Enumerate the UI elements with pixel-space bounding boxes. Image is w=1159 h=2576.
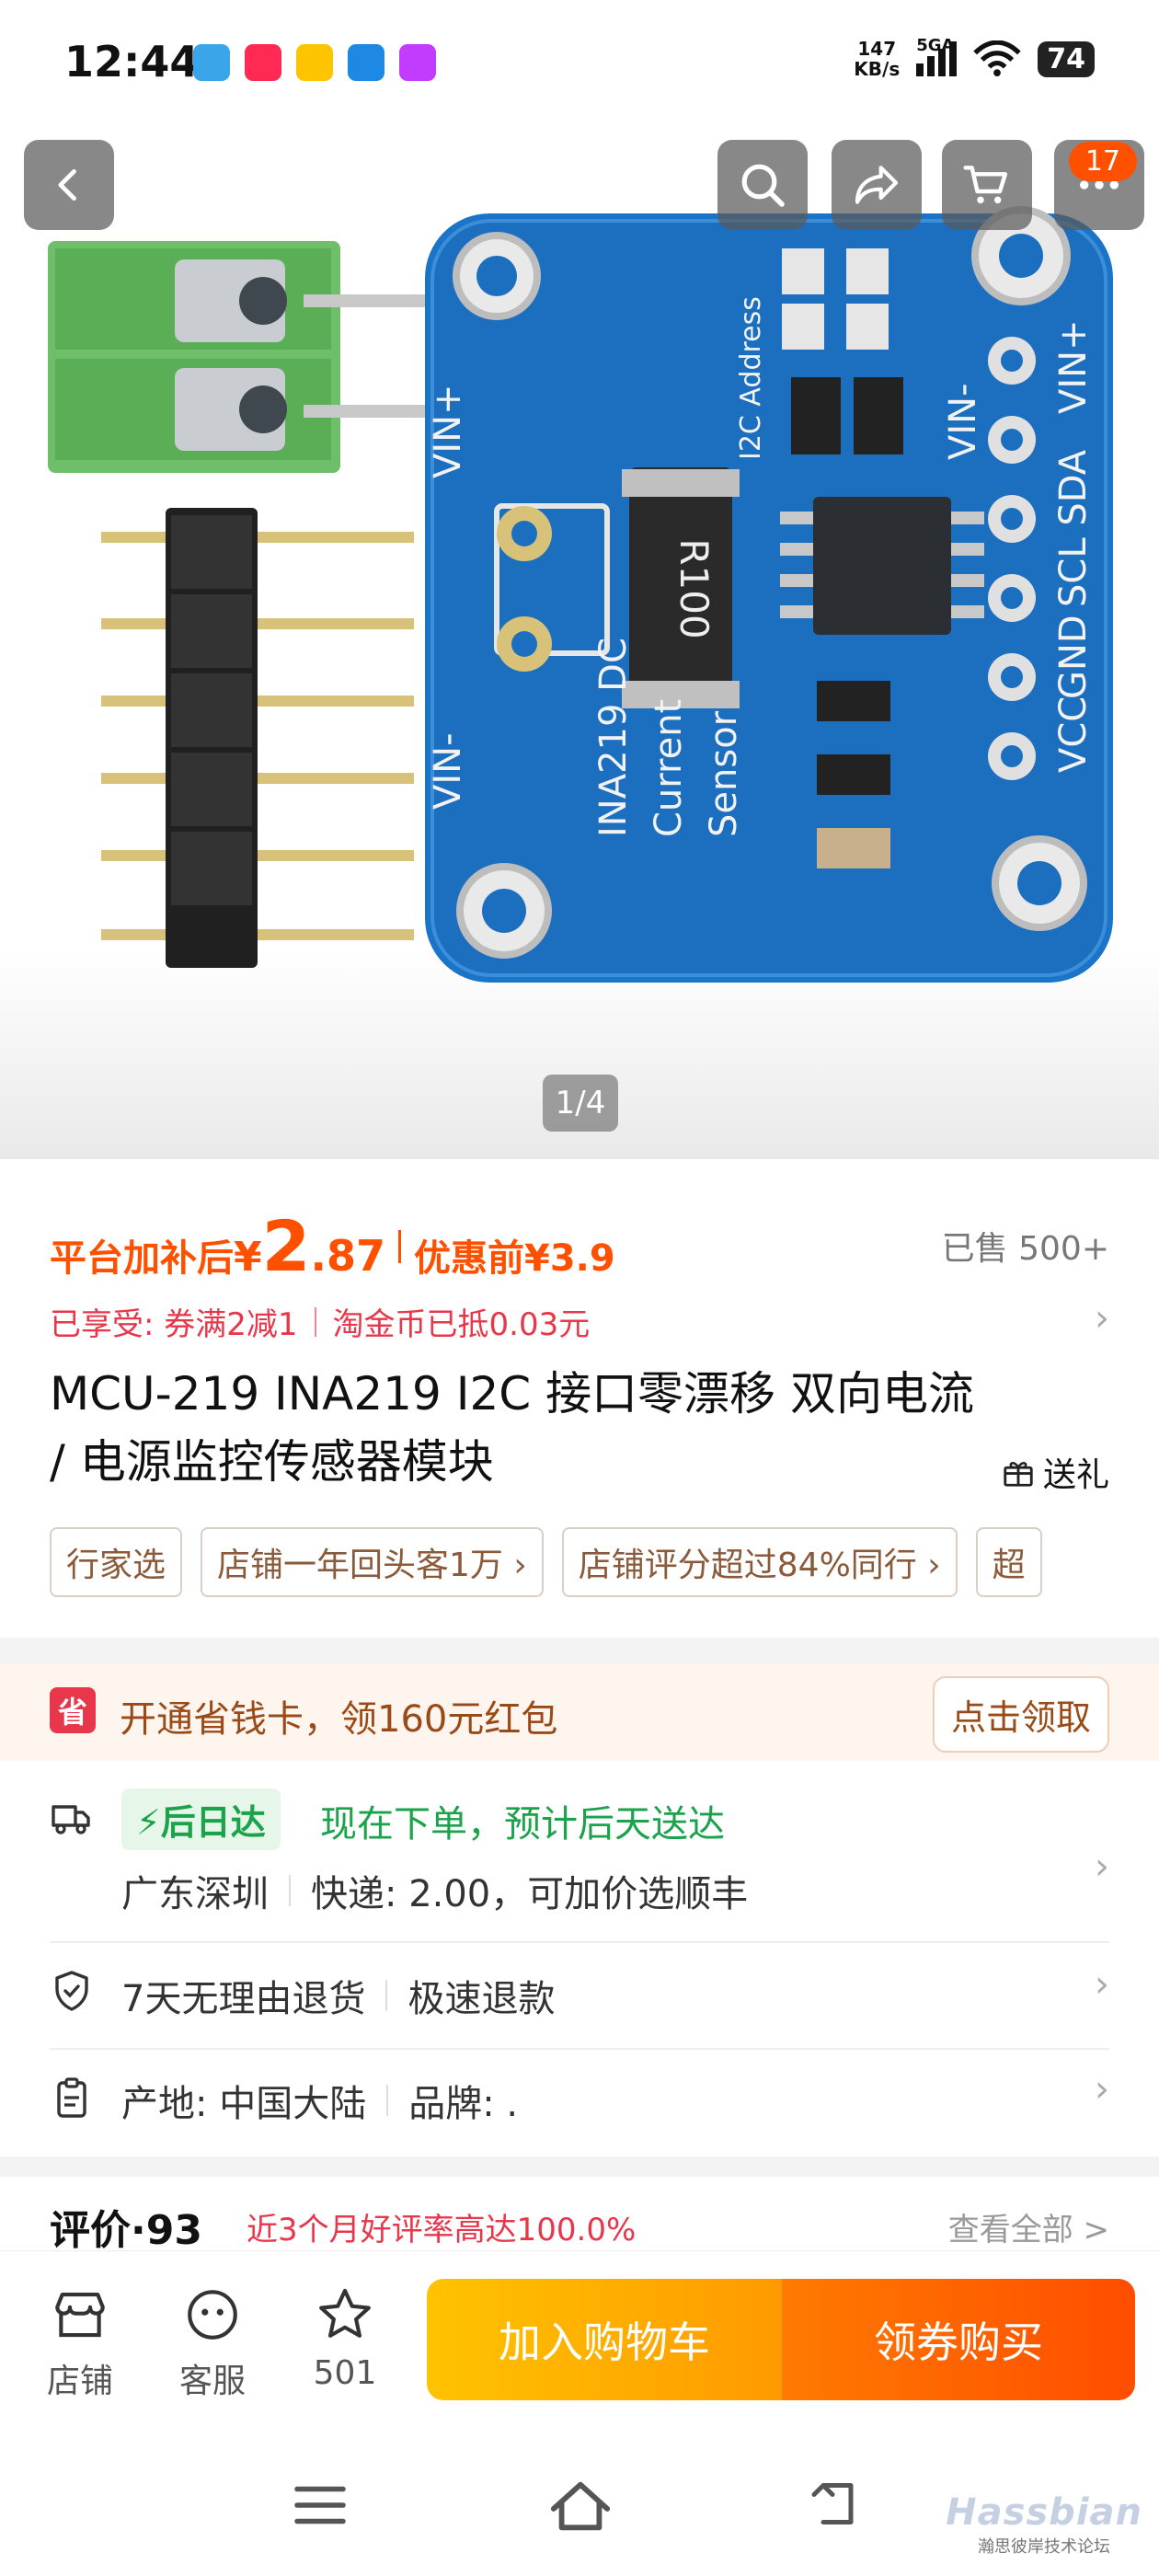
chat-face-icon	[188, 2290, 237, 2340]
currency-symbol: ¥	[234, 1234, 262, 1281]
back-button[interactable]	[24, 140, 114, 230]
tag-shop-rating[interactable]: 店铺评分超过84%同行 ›	[561, 1527, 958, 1597]
param-brand: 品牌: .	[408, 2083, 519, 2125]
gift-button[interactable]: 送礼	[1001, 1448, 1109, 1496]
app-notification-icon	[296, 44, 333, 81]
tag-more[interactable]: 超	[975, 1527, 1042, 1597]
svg-text:GND: GND	[1052, 615, 1095, 699]
product-params[interactable]: 产地: 中国大陆 品牌: .	[121, 2074, 518, 2127]
status-bar: 12:44 147 KB/s 5GA 74	[0, 0, 1159, 129]
clock: 12:44	[64, 37, 200, 86]
delivery-truck-icon	[52, 1805, 90, 1834]
product-info: 平台加补后 ¥ 2 .87 优惠前¥3.9 已售 500+ 已享受: 券满2减1…	[0, 1159, 1159, 1638]
return-policy: 7天无理由退货	[121, 1978, 366, 2020]
delivery-eta: 现在下单，预计后天送达	[320, 1803, 725, 1846]
customer-service-button[interactable]: 客服	[162, 2284, 263, 2402]
claim-button[interactable]: 点击领取	[932, 1676, 1109, 1753]
tag-repeat-customers[interactable]: 店铺一年回头客1万 ›	[201, 1527, 544, 1597]
svg-text:INA219 DC: INA219 DC	[592, 638, 635, 837]
network-speed: 147 KB/s	[854, 38, 901, 80]
shipping-chevron-icon[interactable]: ›	[1095, 1846, 1109, 1888]
xiaohongshu-icon	[245, 44, 281, 81]
clipboard-icon	[57, 2077, 86, 2118]
app-notification-icon	[399, 44, 436, 81]
reviews-rating: 近3个月好评率高达100.0%	[247, 2212, 637, 2248]
back-nav-icon[interactable]	[809, 2480, 865, 2532]
favorite-button[interactable]: 501	[294, 2284, 396, 2392]
price-divider	[398, 1229, 402, 1263]
shipping-details: 广东深圳 快递: 2.00，可加价选顺丰	[121, 1864, 748, 1917]
svg-text:VIN-: VIN-	[427, 732, 469, 810]
price-decimal: .87	[310, 1231, 386, 1281]
app-notification-icon	[193, 44, 230, 81]
price-integer: 2	[261, 1205, 311, 1287]
store-icon	[55, 2292, 105, 2338]
shop-button[interactable]: 店铺	[29, 2284, 131, 2402]
menu-icon[interactable]	[293, 2482, 348, 2528]
signal-icon: 5GA	[916, 36, 958, 76]
chevron-left-icon	[58, 168, 76, 201]
system-navigation-bar: Hassbian 瀚思彼岸技术论坛	[0, 2425, 1159, 2576]
savings-card-text: 开通省钱卡，领160元红包	[120, 1698, 558, 1741]
search-button[interactable]	[717, 140, 808, 230]
tag-expert-pick[interactable]: 行家选	[50, 1527, 183, 1597]
notification-icons	[193, 44, 436, 81]
delivery-speed-badge: ⚡后日达	[121, 1788, 281, 1850]
reviews-header[interactable]: 评价·93 近3个月好评率高达100.0% 查看全部 >	[0, 2177, 1159, 2250]
ship-origin: 广东深圳	[121, 1873, 269, 1915]
reviews-title: 评价·93	[50, 2207, 202, 2250]
promo-divider	[314, 1306, 316, 1337]
price-before-discount: 优惠前¥3.9	[414, 1237, 615, 1280]
price-row: 平台加补后 ¥ 2 .87 优惠前¥3.9	[50, 1205, 615, 1287]
add-to-cart-button[interactable]: 加入购物车	[427, 2279, 782, 2400]
sold-count: 已售 500+	[941, 1230, 1109, 1268]
svg-text:I2C Address: I2C Address	[735, 296, 767, 460]
promo-row[interactable]: 已享受: 券满2减1 淘金币已抵0.03元	[50, 1299, 590, 1344]
cart-count-badge: 17	[1068, 142, 1137, 181]
search-icon	[741, 164, 785, 207]
svg-text:VIN+: VIN+	[427, 384, 469, 478]
share-icon	[855, 166, 899, 204]
svg-text:VIN-: VIN-	[942, 383, 984, 460]
share-button[interactable]	[832, 140, 922, 230]
home-icon[interactable]	[548, 2478, 613, 2534]
shield-icon	[55, 1971, 88, 2011]
view-all-reviews-link[interactable]: 查看全部 >	[948, 2204, 1109, 2249]
product-tags: 行家选 店铺一年回头客1万 › 店铺评分超过84%同行 › 超	[50, 1527, 1109, 1597]
params-chevron-icon[interactable]: ›	[1095, 2068, 1109, 2110]
image-counter: 1/4	[543, 1075, 618, 1132]
svg-text:Current: Current	[648, 699, 690, 837]
cart-button[interactable]	[942, 140, 1032, 230]
product-detail-page: { "status_bar": { "time": "12:44", "net_…	[0, 0, 1159, 2576]
battery-indicator: 74	[1038, 40, 1095, 77]
coin-discount: 淘金币已抵0.03元	[332, 1306, 591, 1343]
buy-with-coupon-button[interactable]: 领券购买	[782, 2279, 1135, 2400]
cart-icon	[963, 166, 1008, 204]
svg-text:R100: R100	[671, 538, 717, 638]
service-guarantees[interactable]: 7天无理由退货 极速退款	[121, 1969, 555, 2022]
fast-refund: 极速退款	[407, 1978, 556, 2020]
savings-card-icon: 省	[50, 1687, 96, 1733]
price-label: 平台加补后	[50, 1237, 234, 1280]
svg-text:VIN+: VIN+	[1052, 319, 1095, 414]
product-title: MCU-219 INA219 I2C 接口零漂移 双向电流 / 电源监控传感器模…	[50, 1367, 974, 1489]
app-notification-icon	[348, 44, 384, 81]
param-origin: 产地: 中国大陆	[121, 2083, 367, 2125]
svg-text:Sensor: Sensor	[703, 710, 745, 837]
star-icon	[319, 2288, 371, 2338]
service-chevron-icon[interactable]: ›	[1095, 1963, 1109, 2006]
svg-text:SCL SDA: SCL SDA	[1052, 449, 1095, 607]
shipping-section: ⚡后日达 现在下单，预计后天送达 广东深圳 快递: 2.00，可加价选顺丰 › …	[0, 1761, 1159, 2156]
bottom-action-bar: 店铺 客服 501 加入购物车 领券购买	[0, 2250, 1159, 2425]
svg-text:VCC: VCC	[1052, 696, 1095, 773]
wifi-icon	[973, 40, 1021, 77]
coupon-applied: 已享受: 券满2减1	[50, 1306, 298, 1343]
savings-card-banner[interactable]: 省 开通省钱卡，领160元红包 点击领取	[0, 1663, 1159, 1761]
express-fee: 快递: 2.00，可加价选顺丰	[311, 1873, 749, 1915]
gift-icon	[1004, 1462, 1033, 1487]
chevron-right-icon[interactable]: ›	[1095, 1297, 1109, 1340]
watermark: Hassbian 瀚思彼岸技术论坛	[946, 2491, 1142, 2557]
